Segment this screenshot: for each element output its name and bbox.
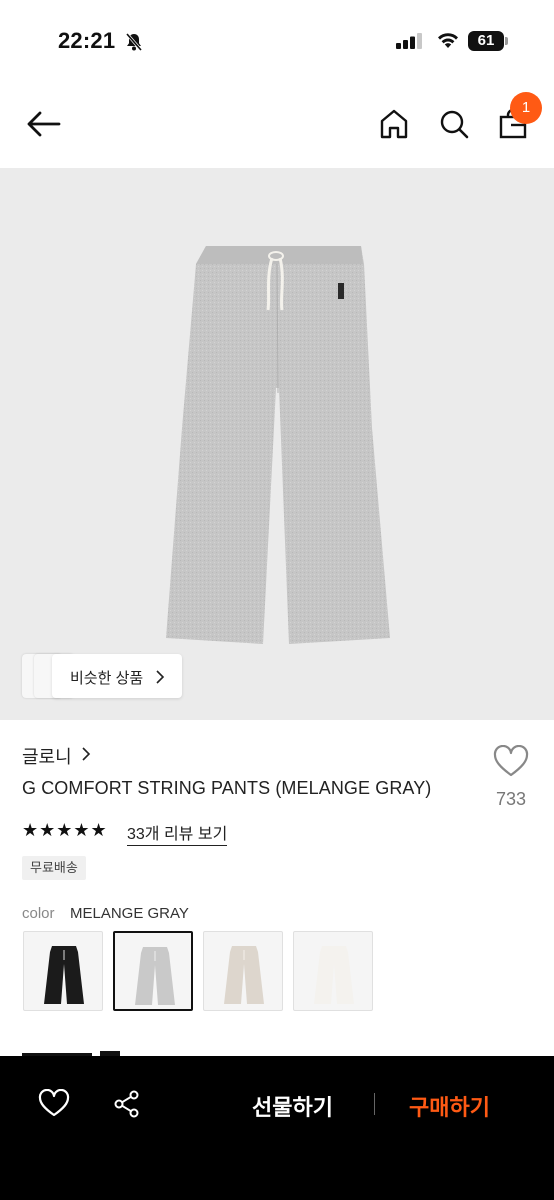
bell-muted-icon (124, 32, 144, 57)
chevron-right-icon (156, 670, 165, 684)
status-time: 22:21 (58, 28, 116, 53)
free-shipping-tag: 무료배송 (22, 856, 86, 880)
pants-photo (166, 246, 390, 644)
wishlist-heart-icon[interactable] (38, 1088, 70, 1122)
battery-indicator: 61 (468, 31, 504, 51)
chevron-right-icon[interactable] (80, 746, 92, 767)
like-count: 733 (495, 789, 527, 809)
home-icon[interactable] (378, 108, 410, 145)
cellular-signal-icon (396, 33, 424, 54)
product-title: G COMFORT STRING PANTS (MELANGE GRAY) (22, 778, 432, 798)
buy-button[interactable]: 구매하기 (409, 1090, 490, 1122)
color-value: MELANGE GRAY (70, 905, 189, 922)
similar-products-button[interactable]: 비슷한 상품 (22, 654, 182, 698)
product-image[interactable]: 비슷한 상품 (0, 168, 554, 720)
review-link[interactable]: 33개 리뷰 보기 (127, 820, 228, 846)
color-swatch-melange-gray[interactable] (113, 931, 193, 1011)
divider (374, 1093, 375, 1115)
color-swatch-ivory[interactable] (293, 931, 373, 1011)
similar-products-pill[interactable]: 비슷한 상품 (52, 654, 182, 698)
top-nav: 1 (0, 80, 554, 168)
brand-name[interactable]: 글로니 (22, 743, 72, 769)
similar-products-label: 비슷한 상품 (70, 670, 144, 687)
rating-stars: ★★★★★ (22, 820, 108, 840)
bottom-action-bar: 선물하기 구매하기 (0, 1056, 554, 1200)
color-swatch-black[interactable] (23, 931, 103, 1011)
status-bar: 22:21 61 (0, 0, 554, 80)
share-icon[interactable] (112, 1089, 142, 1124)
cart-count-badge: 1 (510, 92, 542, 124)
color-swatch-oatmeal[interactable] (203, 931, 283, 1011)
like-heart-icon[interactable] (493, 744, 529, 782)
search-icon[interactable] (438, 108, 470, 145)
battery-tip (505, 37, 508, 45)
color-label: color (22, 905, 55, 922)
back-arrow-icon[interactable] (26, 110, 62, 143)
gift-button[interactable]: 선물하기 (252, 1090, 333, 1122)
wifi-icon (436, 31, 460, 54)
